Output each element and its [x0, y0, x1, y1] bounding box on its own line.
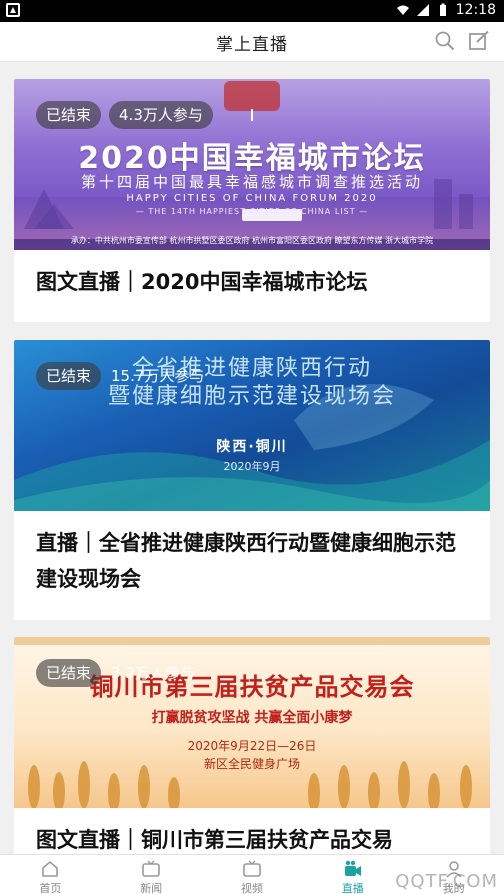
tab-label: 新闻	[140, 882, 163, 894]
live-banner[interactable]: 铜川市第三届扶贫产品交易会 打赢脱贫攻坚战 共赢全面小康梦 2020年9月22日…	[14, 637, 490, 808]
banner-english-title: HAPPY CITIES OF CHINA FORUM 2020	[126, 193, 378, 204]
home-icon	[42, 860, 59, 877]
participants-badge: 4.3万人参与	[109, 101, 213, 129]
watermark: QQTF.COM	[395, 871, 498, 892]
participants-badge: 15.7万人参与	[111, 367, 205, 385]
tab-live[interactable]: 直播	[302, 855, 403, 894]
tab-news[interactable]: 新闻	[101, 855, 202, 894]
notification-icon	[6, 3, 20, 17]
tab-label: 视频	[240, 882, 263, 894]
tab-label: 直播	[341, 882, 364, 894]
camera-icon	[344, 860, 361, 876]
live-banner[interactable]: 全省推进健康陕西行动 暨健康细胞示范建设现场会 陕西·铜川 2020年9月 已结…	[14, 340, 490, 511]
live-banner[interactable]: 2020中国幸福城市论坛 第十四届中国最具幸福感城市调查推选活动 HAPPY C…	[14, 79, 490, 250]
tab-home[interactable]: 首页	[0, 855, 101, 894]
card-badges: 已结束 15.7万人参与	[36, 362, 206, 390]
tv-icon	[243, 860, 261, 877]
banner-location: 陕西·铜川	[216, 439, 288, 455]
status-badge: 已结束	[36, 659, 102, 687]
tab-video[interactable]: 视频	[202, 855, 303, 894]
live-feed[interactable]: 2020中国幸福城市论坛 第十四届中国最具幸福感城市调查推选活动 HAPPY C…	[0, 62, 504, 854]
compose-icon[interactable]	[468, 30, 490, 52]
banner-date: 2020年9月	[223, 460, 281, 473]
banner-slogan: 打赢脱贫攻坚战 共赢全面小康梦	[151, 710, 353, 726]
search-icon[interactable]	[434, 30, 456, 52]
status-bar: 12:18	[0, 0, 504, 22]
battery-icon	[439, 3, 446, 16]
banner-english-subtitle: — THE 14TH HAPPIEST CITIES OF CHINA LIST…	[135, 207, 369, 216]
banner-venue: 新区全民健身广场	[203, 757, 300, 771]
status-icons: 12:18	[396, 2, 496, 18]
page-title: 掌上直播	[216, 35, 288, 55]
status-badge: 已结束	[36, 101, 102, 129]
live-card[interactable]: 2020中国幸福城市论坛 第十四届中国最具幸福感城市调查推选活动 HAPPY C…	[14, 79, 490, 322]
card-badges: 已结束 3.2万人参与	[36, 659, 197, 687]
card-badges: 已结束 4.3万人参与	[36, 101, 213, 129]
signal-icon	[416, 4, 429, 16]
status-time: 12:18	[455, 2, 496, 18]
status-badge: 已结束	[36, 362, 102, 390]
card-title[interactable]: 直播｜全省推进健康陕西行动暨健康细胞示范建设现场会	[14, 511, 490, 597]
participants-badge: 3.2万人参与	[111, 664, 195, 682]
banner-organizers: 承办：中共杭州市委宣传部 杭州市拱墅区委区政府 杭州市富阳区委区政府 瞭望东方传…	[70, 236, 434, 245]
live-card[interactable]: 全省推进健康陕西行动 暨健康细胞示范建设现场会 陕西·铜川 2020年9月 已结…	[14, 340, 490, 620]
banner-date: 2020年9月22日—26日	[187, 739, 317, 753]
card-title[interactable]: 图文直播｜2020中国幸福城市论坛	[14, 250, 490, 300]
banner-subtitle: 第十四届中国最具幸福感城市调查推选活动	[80, 173, 423, 191]
tv-icon	[142, 860, 160, 877]
live-card[interactable]: 铜川市第三届扶贫产品交易会 打赢脱贫攻坚战 共赢全面小康梦 2020年9月22日…	[14, 637, 490, 854]
wifi-icon	[396, 5, 409, 15]
tab-label: 首页	[39, 882, 62, 894]
app-bar: 掌上直播	[0, 22, 504, 62]
card-title[interactable]: 图文直播｜铜川市第三届扶贫产品交易	[14, 808, 490, 854]
